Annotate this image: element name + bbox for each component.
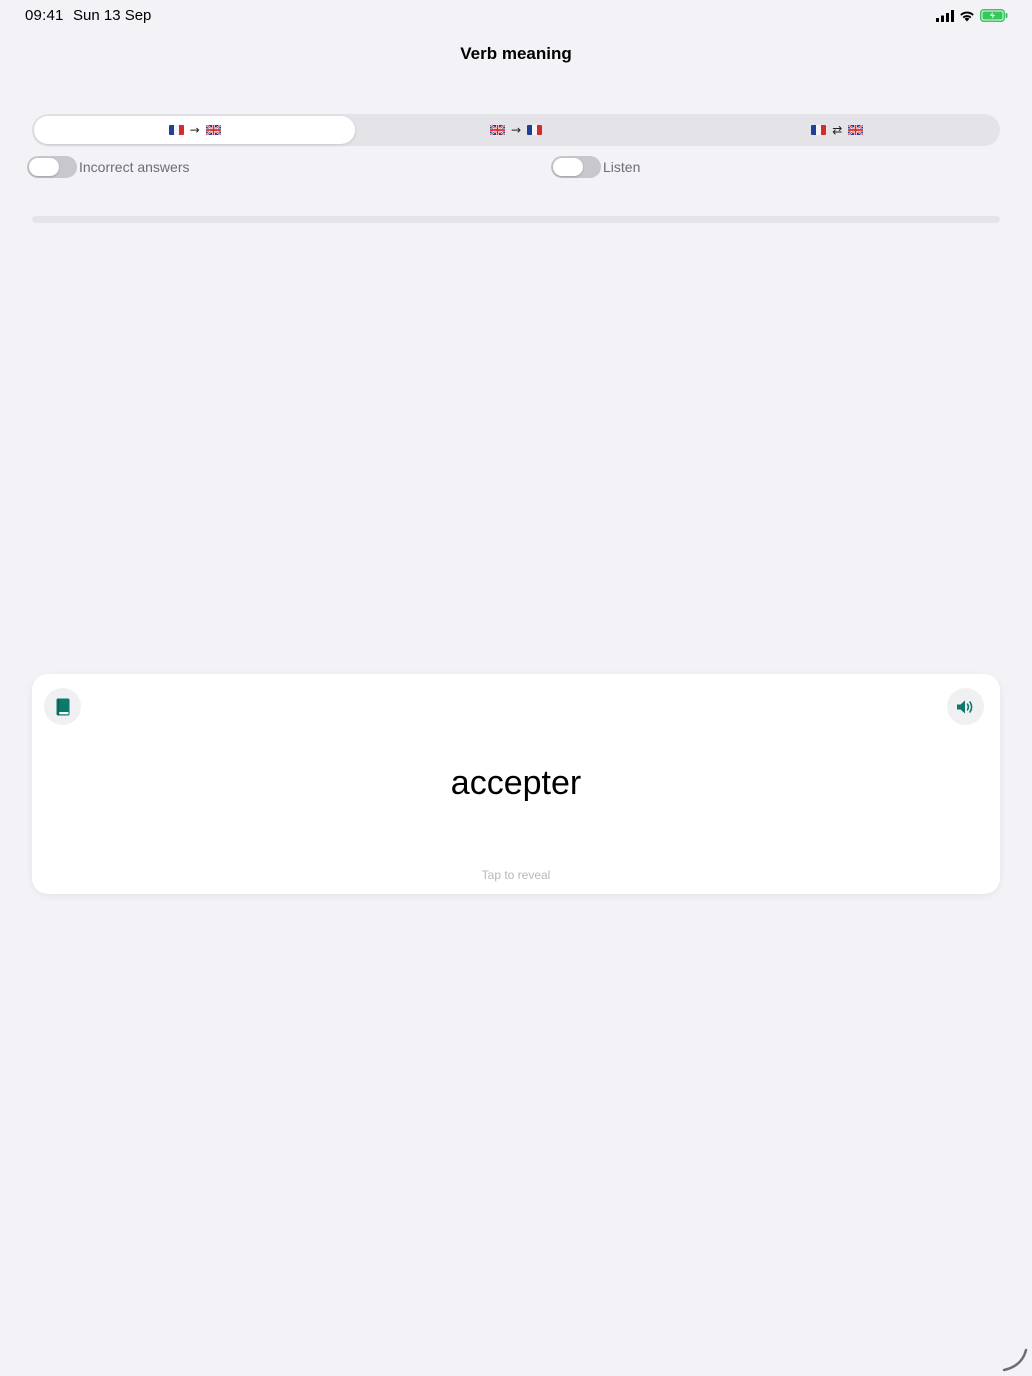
flashcard[interactable]: accepter Tap to reveal <box>32 674 1000 894</box>
resize-handle-icon[interactable] <box>1002 1346 1028 1372</box>
toggle-knob <box>553 158 583 176</box>
status-bar: 09:41 Sun 13 Sep <box>0 0 1032 32</box>
battery-charging-icon <box>980 9 1008 22</box>
status-date: Sun 13 Sep <box>73 7 152 24</box>
fr-flag-icon <box>168 125 184 135</box>
arrow-right-icon: → <box>510 123 522 137</box>
toggle-knob <box>29 158 59 176</box>
progress-bar <box>32 216 1000 223</box>
tab-fr-to-en[interactable]: → <box>34 116 356 144</box>
incorrect-answers-toggle[interactable] <box>27 156 77 178</box>
uk-flag-icon <box>848 125 864 135</box>
arrow-right-icon: → <box>189 123 200 137</box>
speaker-icon <box>956 700 972 713</box>
status-time: 09:41 <box>25 7 64 24</box>
signal-icon <box>936 9 954 22</box>
uk-flag-icon <box>205 125 221 135</box>
listen-row: Listen <box>551 156 640 178</box>
flashcard-word: accepter <box>450 764 582 802</box>
tab-en-to-fr[interactable]: → <box>355 116 676 144</box>
speaker-button[interactable] <box>947 688 984 725</box>
page-title: Verb meaning <box>460 44 572 63</box>
status-icons <box>936 9 1008 22</box>
incorrect-answers-label: Incorrect answers <box>79 159 190 175</box>
incorrect-answers-row: Incorrect answers <box>27 156 189 178</box>
listen-label: Listen <box>603 159 641 175</box>
wifi-icon <box>960 11 974 21</box>
direction-segmented-control: → → ⇄ <box>32 114 1000 146</box>
uk-flag-icon <box>489 125 505 135</box>
swap-arrows-icon: ⇄ <box>832 123 843 137</box>
book-icon <box>56 698 69 715</box>
tap-to-reveal-hint: Tap to reveal <box>481 868 551 882</box>
listen-toggle[interactable] <box>551 156 601 178</box>
book-button[interactable] <box>44 688 81 725</box>
tab-mixed[interactable]: ⇄ <box>677 116 998 144</box>
fr-flag-icon <box>527 125 543 135</box>
fr-flag-icon <box>811 125 827 135</box>
